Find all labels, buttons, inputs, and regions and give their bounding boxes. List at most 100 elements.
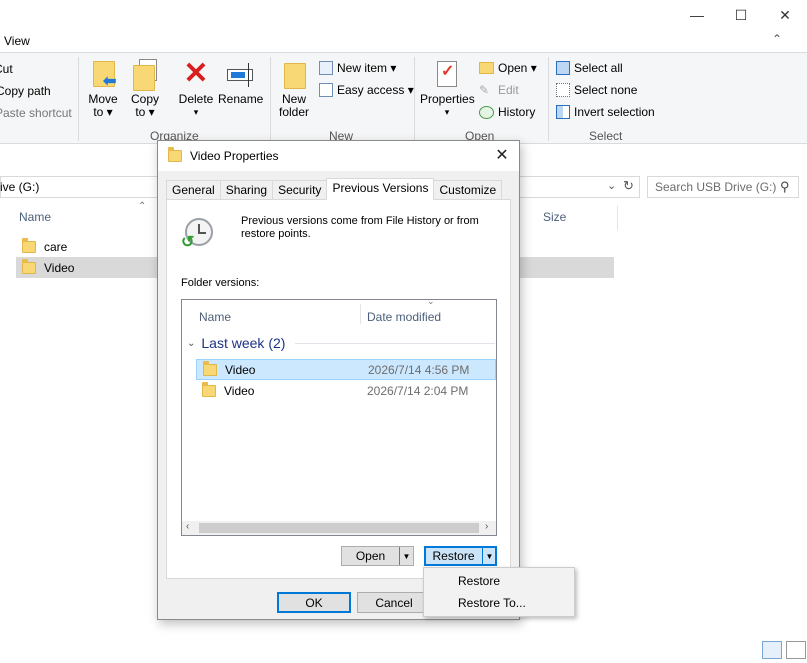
properties-dropdown-icon: ▾ [444, 107, 450, 117]
scrollbar-thumb[interactable] [199, 523, 479, 533]
column-header-size[interactable]: Size [543, 210, 566, 224]
rename-label: Rename [218, 92, 264, 106]
copy-to-icon [131, 59, 159, 91]
tab-security[interactable]: Security [272, 180, 328, 200]
copy-to-label-2: to ▾ [135, 105, 155, 119]
version-row[interactable]: Video 2026/7/14 2:04 PM [196, 380, 496, 401]
open-button-label: Open [355, 549, 386, 563]
scroll-left-icon[interactable]: ‹ [186, 521, 189, 532]
column-header-date-modified[interactable]: Date modified [367, 310, 441, 324]
large-icons-view-icon[interactable] [786, 641, 806, 659]
ribbon: Cut Copy path Paste shortcut ⬅ Move to ▾… [0, 52, 807, 144]
move-to-button[interactable]: ⬅ Move to ▾ [86, 59, 120, 119]
search-input[interactable]: Search USB Drive (G:) ⚲ [647, 176, 799, 198]
easy-access-label: Easy access ▾ [337, 83, 414, 97]
chevron-down-icon[interactable]: ⌄ [607, 179, 616, 192]
folder-versions-list[interactable]: Name Date modified ⌄ ⌄ Last week (2) Vid… [181, 296, 497, 536]
invert-selection-button[interactable]: Invert selection [556, 105, 655, 119]
tab-sharing[interactable]: Sharing [219, 180, 274, 200]
restore-split-button[interactable]: Restore ▼ [424, 546, 497, 566]
details-view-icon[interactable] [762, 641, 782, 659]
scroll-right-icon[interactable]: › [485, 521, 488, 532]
easy-access-icon [319, 83, 333, 97]
file-name: care [44, 239, 68, 254]
menu-item-restore[interactable]: Restore [425, 570, 573, 592]
refresh-icon[interactable]: ↻ [623, 178, 634, 194]
close-icon[interactable]: ✕ [493, 147, 511, 165]
paste-shortcut-button[interactable]: Paste shortcut [0, 106, 72, 120]
invert-selection-label: Invert selection [574, 105, 655, 119]
new-item-icon [319, 61, 333, 75]
copy-path-button[interactable]: Copy path [0, 84, 51, 98]
dialog-title: Video Properties [190, 149, 279, 163]
edit-button[interactable]: ✎ Edit [479, 83, 519, 97]
version-date: 2026/7/14 2:04 PM [367, 383, 469, 398]
tab-general[interactable]: General [166, 180, 221, 200]
paste-shortcut-label: Paste shortcut [0, 106, 72, 120]
copy-path-label: Copy path [0, 84, 51, 98]
version-date: 2026/7/14 4:56 PM [368, 362, 470, 377]
cancel-button[interactable]: Cancel [357, 592, 431, 613]
group-divider [548, 57, 549, 141]
collapse-ribbon-icon[interactable]: ⌃ [772, 32, 782, 46]
new-folder-label-2: folder [278, 105, 310, 119]
ok-button[interactable]: OK [277, 592, 351, 613]
maximize-button[interactable]: ☐ [718, 0, 764, 30]
column-divider [360, 304, 361, 324]
open-dropdown-icon[interactable]: ▼ [399, 547, 413, 565]
cut-button[interactable]: Cut [0, 62, 13, 76]
group-label: Last week (2) [201, 335, 286, 351]
view-switcher [762, 641, 806, 659]
menu-item-restore-to[interactable]: Restore To... [425, 592, 573, 614]
folder-icon [22, 258, 36, 274]
dialog-title-bar: Video Properties ✕ [158, 141, 519, 171]
folder-versions-label: Folder versions: [181, 277, 260, 289]
select-none-button[interactable]: Select none [556, 83, 637, 97]
address-text: ive (G:) [0, 180, 40, 194]
group-divider [295, 342, 495, 344]
delete-button[interactable]: ✕ Delete ▾ [176, 59, 216, 119]
column-header-name[interactable]: Name [199, 310, 231, 324]
select-all-icon [556, 61, 570, 75]
properties-button[interactable]: ✓ Properties ▾ [420, 59, 475, 119]
new-folder-button[interactable]: New folder [276, 59, 312, 119]
dialog-tabs: General Sharing Security Previous Versio… [166, 178, 503, 200]
move-to-label-2: to ▾ [93, 105, 113, 119]
easy-access-button[interactable]: Easy access ▾ [319, 83, 414, 97]
history-button[interactable]: History [479, 105, 535, 119]
delete-icon: ✕ [183, 57, 209, 90]
open-button[interactable]: Open ▾ [479, 61, 537, 75]
new-item-button[interactable]: New item ▾ [319, 61, 396, 75]
pencil-icon: ✎ [479, 83, 490, 97]
group-divider [414, 57, 415, 141]
group-header-last-week[interactable]: ⌄ Last week (2) [187, 335, 495, 351]
tab-customize[interactable]: Customize [433, 180, 503, 200]
horizontal-scrollbar[interactable]: ‹ › [182, 521, 496, 535]
version-row[interactable]: Video 2026/7/14 4:56 PM [196, 359, 496, 380]
minimize-button[interactable]: — [674, 0, 720, 30]
folder-icon [22, 237, 36, 253]
folder-icon [202, 381, 216, 397]
history-label: History [498, 105, 536, 119]
select-all-button[interactable]: Select all [556, 61, 623, 75]
new-folder-icon [280, 59, 308, 89]
restore-dropdown-icon[interactable]: ▼ [482, 547, 496, 565]
column-divider [617, 206, 618, 230]
select-group-label: Select [589, 129, 623, 143]
open-split-button[interactable]: Open ▼ [341, 546, 414, 566]
search-placeholder: Search USB Drive (G:) [655, 180, 777, 194]
history-icon [479, 105, 494, 119]
column-header-name[interactable]: Name [19, 210, 51, 224]
delete-label: Delete [178, 92, 214, 106]
folder-icon [168, 147, 182, 162]
rename-button[interactable]: Rename [218, 59, 264, 106]
open-icon [479, 62, 494, 74]
tab-previous-versions[interactable]: Previous Versions [326, 178, 435, 200]
group-divider [78, 57, 79, 141]
properties-dialog: Video Properties ✕ General Sharing Secur… [157, 140, 520, 620]
edit-label: Edit [498, 83, 519, 97]
group-divider [270, 57, 271, 141]
copy-to-button[interactable]: Copy to ▾ [128, 59, 162, 119]
tab-view[interactable]: View [4, 34, 30, 48]
close-window-button[interactable]: ✕ [762, 0, 807, 30]
